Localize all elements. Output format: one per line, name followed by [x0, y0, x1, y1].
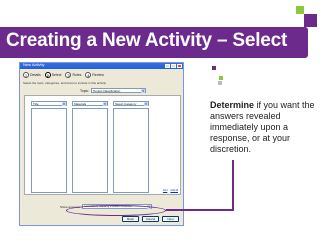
step-review[interactable]: 4 Review — [85, 72, 104, 78]
step-label: Details — [30, 73, 41, 77]
step-rules[interactable]: 3 Rules — [65, 72, 81, 78]
chevron-down-icon: ▾ — [103, 102, 107, 106]
selection-panel: Title ▾ Materials ▾ Select Category ▾ Ad… — [24, 95, 181, 195]
callout-text: Determine if you want the answers reveal… — [210, 100, 318, 155]
column-select[interactable]: Title ▾ — [31, 101, 67, 106]
step-select[interactable]: 2 Select — [44, 72, 62, 78]
column-select[interactable]: Select Category ▾ — [113, 101, 149, 106]
column-title: Title ▾ — [31, 101, 67, 193]
back-button[interactable]: Back — [122, 216, 139, 222]
step-number: 1 — [23, 72, 29, 78]
topic-select-value: Period Classification — [93, 89, 121, 93]
topic-select[interactable]: Period Classification ▾ — [91, 88, 147, 93]
close-icon[interactable] — [177, 64, 182, 68]
callout-connector — [166, 209, 234, 211]
callout-connector — [232, 160, 234, 210]
step-label: Select — [51, 73, 62, 77]
column-select-value: Materials — [74, 102, 87, 106]
instruction-text: Select the topic, categories, and items … — [23, 81, 107, 85]
chevron-down-icon: ▾ — [62, 102, 66, 106]
maximize-icon[interactable] — [171, 64, 176, 68]
column-list[interactable] — [31, 108, 67, 193]
step-details[interactable]: 1 Details — [23, 72, 41, 78]
step-label: Rules — [72, 73, 82, 77]
add-all-link[interactable]: Add all — [170, 189, 178, 192]
step-number: 3 — [65, 72, 72, 78]
title-banner: Creating a New Activity – Select — [0, 27, 308, 58]
add-link[interactable]: Add — [163, 189, 167, 192]
wizard-buttons: Back Cancel Next — [122, 216, 179, 222]
callout-strong: Determine — [210, 100, 255, 110]
decorative-green-square — [296, 6, 304, 14]
column-select-value: Title — [33, 102, 39, 106]
next-button[interactable]: Next — [162, 216, 179, 222]
decorative-dot-gray — [218, 81, 222, 85]
minimize-icon[interactable] — [165, 64, 170, 68]
decorative-purple-square — [304, 14, 317, 27]
topic-row: Topic: Period Classification ▾ — [80, 88, 147, 93]
slide-title: Creating a New Activity – Select — [6, 30, 288, 51]
screenshot-window: New Activity 1 Details 2 Select 3 Rules … — [19, 62, 184, 226]
column-list[interactable] — [113, 108, 149, 193]
step-label: Review — [92, 73, 104, 77]
step-number: 2 — [44, 72, 51, 78]
window-controls — [165, 64, 182, 68]
column-select-value: Select Category — [115, 102, 137, 106]
wizard-steps: 1 Details 2 Select 3 Rules 4 Review — [23, 72, 104, 78]
topic-label: Topic: — [80, 88, 90, 93]
decorative-dot-purple — [212, 66, 216, 70]
chevron-down-icon: ▾ — [141, 89, 146, 93]
step-number: 4 — [85, 72, 92, 78]
highlight-ellipse — [66, 205, 166, 216]
window-titlebar: New Activity — [20, 62, 183, 69]
decorative-dot-green — [219, 76, 223, 80]
column-select[interactable]: Materials ▾ — [72, 101, 108, 106]
column-materials: Materials ▾ — [72, 101, 108, 193]
chevron-down-icon: ▾ — [144, 102, 148, 106]
column-category: Select Category ▾ — [113, 101, 149, 193]
window-title: New Activity — [23, 62, 45, 67]
column-list[interactable] — [72, 108, 108, 193]
cancel-button[interactable]: Cancel — [142, 216, 159, 222]
side-links: Add Add all — [163, 189, 178, 192]
